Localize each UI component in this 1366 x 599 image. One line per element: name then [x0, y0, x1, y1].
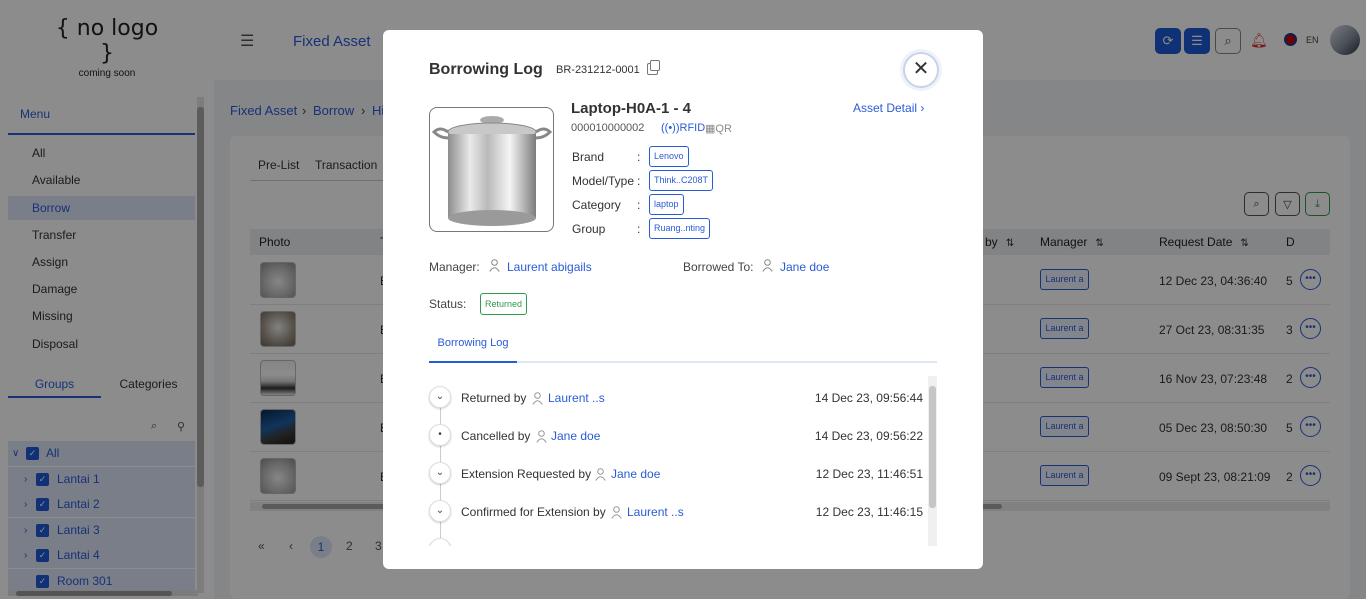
log-user[interactable]: Jane doe [611, 467, 660, 481]
rfid-label: RFID [679, 122, 706, 134]
log-entry: ⌄ Confirmed for Extension by Laurent ..s… [423, 490, 923, 528]
asset-serial: 000010000002 [571, 122, 645, 134]
borrowed-to-label: Borrowed To: [683, 260, 754, 274]
attr-label-group: Group [572, 222, 606, 236]
cooking-pot-image [431, 116, 553, 226]
chevron-down-icon[interactable]: ⌄ [429, 462, 451, 484]
log-entry: • Cancelled by Jane doe 14 Dec 23, 09:56… [423, 414, 923, 452]
user-icon [595, 468, 606, 481]
log-time: 14 Dec 23, 09:56:44 [814, 391, 923, 405]
asset-photo [429, 107, 554, 232]
borrowing-log-modal: Borrowing Log BR-231212-0001 ✕ Laptop-H0… [383, 30, 983, 569]
qr-icon: ▦ [705, 123, 716, 135]
qr-label: QR [715, 123, 732, 135]
log-user[interactable]: Jane doe [551, 429, 600, 443]
attr-colon: : [637, 198, 641, 212]
borrowed-to-name[interactable]: Jane doe [780, 260, 829, 274]
qr-tag[interactable]: ▦QR [705, 122, 732, 135]
attr-chip-model: Think..C208T [649, 170, 714, 191]
asset-detail-label: Asset Detail [853, 101, 918, 115]
chevron-right-icon: › [920, 101, 925, 115]
chevron-down-icon[interactable]: ⌄ [429, 538, 451, 546]
dot-icon: • [429, 424, 451, 446]
log-action: Cancelled by [461, 429, 531, 443]
status-label: Status: [429, 297, 467, 311]
attr-chip-brand: Lenovo [649, 146, 689, 167]
user-icon [762, 259, 773, 272]
copy-icon[interactable] [647, 60, 660, 75]
log-time: 12 Dec 23, 11:46:51 [815, 467, 923, 481]
user-icon [611, 506, 622, 519]
log-action: Returned by [461, 391, 527, 405]
attr-colon: : [637, 222, 641, 236]
attr-chip-category: laptop [649, 194, 684, 215]
manager-label: Manager: [429, 260, 480, 274]
log-time: 12 Dec 23, 11:46:15 [815, 505, 923, 519]
borrowing-log-list[interactable]: ⌄ Returned by Laurent ..s 14 Dec 23, 09:… [423, 376, 938, 546]
log-entry: ⌄ Returned by Laurent ..s 14 Dec 23, 09:… [423, 376, 923, 414]
rfid-icon: ((•)) [661, 122, 680, 134]
log-user[interactable]: Laurent ..s [627, 505, 684, 519]
tab-borrowing-log[interactable]: Borrowing Log [429, 337, 517, 349]
attr-colon: : [637, 174, 641, 188]
user-icon [536, 430, 547, 443]
tab-active-indicator [429, 361, 517, 363]
log-entry-partial: ⌄ [423, 528, 923, 546]
log-action: Confirmed for Extension by [461, 505, 606, 519]
attr-label-model: Model/Type [572, 174, 635, 188]
borrow-code: BR-231212-0001 [556, 64, 640, 76]
asset-name: Laptop-H0A-1 - 4 [571, 100, 691, 117]
user-icon [489, 259, 500, 272]
chevron-down-icon[interactable]: ⌄ [429, 386, 451, 408]
close-button[interactable]: ✕ [903, 52, 939, 88]
status-badge: Returned [480, 293, 528, 315]
asset-detail-link[interactable]: Asset Detail › [853, 101, 924, 115]
log-entry: ⌄ Extension Requested by Jane doe 12 Dec… [423, 452, 923, 490]
attr-label-category: Category [572, 198, 621, 212]
user-icon [532, 392, 543, 405]
modal-title: Borrowing Log [429, 61, 543, 78]
log-time: 14 Dec 23, 09:56:22 [814, 429, 923, 443]
log-action: Extension Requested by [461, 467, 592, 481]
rfid-tag[interactable]: ((•))RFID [661, 122, 705, 134]
chevron-down-icon[interactable]: ⌄ [429, 500, 451, 522]
attr-colon: : [637, 150, 641, 164]
log-scrollbar-thumb[interactable] [929, 386, 936, 508]
manager-name[interactable]: Laurent abigails [507, 260, 592, 274]
log-user[interactable]: Laurent ..s [548, 391, 605, 405]
attr-label-brand: Brand [572, 150, 605, 164]
attr-chip-group: Ruang..nting [649, 218, 711, 239]
